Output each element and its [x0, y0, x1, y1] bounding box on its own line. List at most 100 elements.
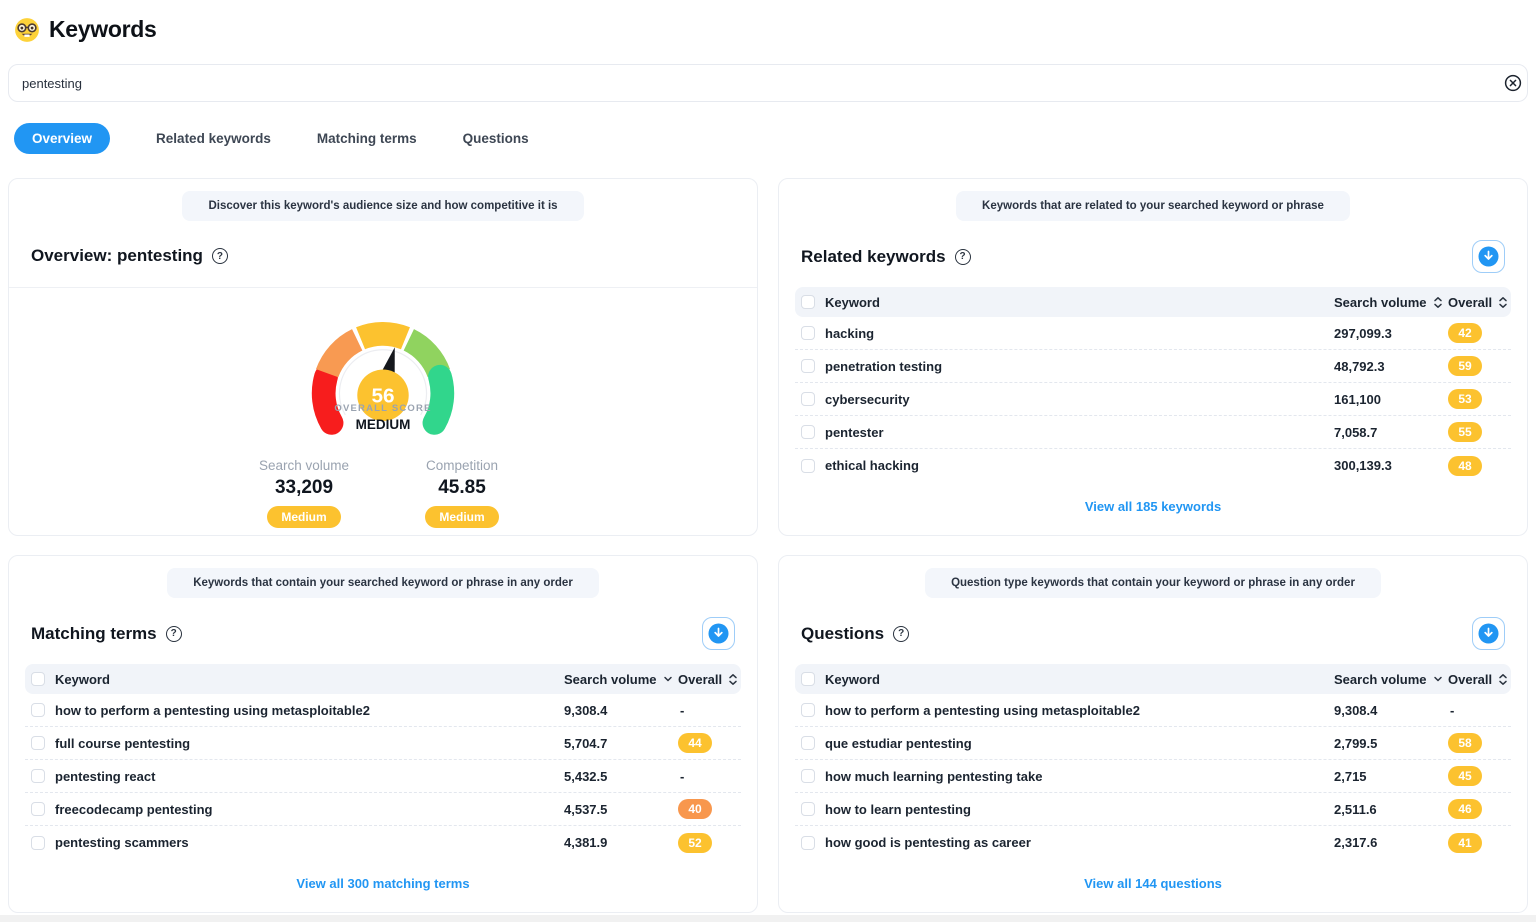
tabs: Overview Related keywords Matching terms Qu… — [14, 123, 1522, 154]
search-volume-cell: 161,100 — [1334, 392, 1448, 407]
column-overall[interactable]: Overall — [1448, 672, 1508, 687]
overview-description: Discover this keyword's audience size an… — [182, 191, 583, 221]
tab-related-keywords[interactable]: Related keywords — [156, 123, 271, 154]
row-checkbox[interactable] — [31, 736, 45, 750]
search-volume-cell: 9,308.4 — [1334, 703, 1448, 718]
stat-value: 33,209 — [239, 477, 369, 499]
search-volume-cell: 9,308.4 — [564, 703, 678, 718]
row-checkbox[interactable] — [801, 326, 815, 340]
keyword-cell: penetration testing — [825, 359, 1334, 374]
row-checkbox[interactable] — [801, 392, 815, 406]
table-row: penetration testing48,792.359 — [795, 350, 1511, 383]
overall-badge: 46 — [1448, 799, 1482, 819]
row-checkbox[interactable] — [801, 703, 815, 717]
overall-badge: 53 — [1448, 389, 1482, 409]
tab-overview[interactable]: Overview — [14, 123, 110, 154]
sort-desc-icon — [663, 675, 673, 683]
select-all-checkbox[interactable] — [801, 295, 815, 309]
view-all-keywords-link[interactable]: View all 185 keywords — [779, 499, 1527, 514]
keyword-cell: how to learn pentesting — [825, 802, 1334, 817]
gauge-level: MEDIUM — [356, 417, 411, 432]
stat-badge: Medium — [267, 506, 340, 528]
table-header: Keyword Search volume Overall — [795, 664, 1511, 694]
help-icon[interactable]: ? — [212, 248, 228, 264]
help-icon[interactable]: ? — [955, 249, 971, 265]
column-search-volume[interactable]: Search volume — [1334, 295, 1443, 310]
main-grid: Discover this keyword's audience size an… — [8, 178, 1528, 913]
overall-cell: 48 — [1448, 456, 1505, 476]
overall-badge: 52 — [678, 833, 712, 853]
search-volume-cell: 2,511.6 — [1334, 802, 1448, 817]
tab-questions[interactable]: Questions — [463, 123, 529, 154]
table-row: pentesting react5,432.5- — [25, 760, 741, 793]
download-button[interactable] — [1472, 240, 1505, 273]
search-volume-cell: 2,317.6 — [1334, 835, 1448, 850]
column-search-volume[interactable]: Search volume — [1334, 672, 1443, 687]
keyword-cell: how to perform a pentesting using metasp… — [55, 703, 564, 718]
overall-cell: 58 — [1448, 733, 1505, 753]
overall-cell: 44 — [678, 733, 735, 753]
column-search-volume[interactable]: Search volume — [564, 672, 673, 687]
search-volume-cell: 300,139.3 — [1334, 458, 1448, 473]
overall-cell: 41 — [1448, 833, 1505, 853]
clear-search-button[interactable] — [1502, 72, 1524, 94]
row-checkbox[interactable] — [31, 769, 45, 783]
divider — [9, 287, 757, 288]
select-all-checkbox[interactable] — [801, 672, 815, 686]
overall-badge: 59 — [1448, 356, 1482, 376]
stat-badge: Medium — [425, 506, 498, 528]
table-row: how much learning pentesting take2,71545 — [795, 760, 1511, 793]
overall-badge: 44 — [678, 733, 712, 753]
questions-table: how to perform a pentesting using metasp… — [779, 694, 1527, 859]
tab-matching-terms[interactable]: Matching terms — [317, 123, 417, 154]
related-title: Related keywords — [801, 247, 946, 267]
overall-score-gauge: 56 OVERALL SCORE MEDIUM Search volume 33… — [9, 304, 757, 528]
keyword-cell: how much learning pentesting take — [825, 769, 1334, 784]
page-title: Keywords — [49, 16, 157, 43]
row-checkbox[interactable] — [801, 802, 815, 816]
overall-badge: 48 — [1448, 456, 1482, 476]
view-all-matching-link[interactable]: View all 300 matching terms — [9, 876, 757, 891]
overall-badge: 41 — [1448, 833, 1482, 853]
table-row: how good is pentesting as career2,317.64… — [795, 826, 1511, 859]
row-checkbox[interactable] — [801, 425, 815, 439]
table-row: full course pentesting5,704.744 — [25, 727, 741, 760]
column-keyword: Keyword — [825, 295, 1334, 310]
gauge-segment-green — [434, 377, 442, 423]
overview-title: Overview: pentesting — [31, 246, 203, 266]
row-checkbox[interactable] — [801, 769, 815, 783]
search-volume-stat: Search volume 33,209 Medium — [239, 458, 369, 528]
download-button[interactable] — [1472, 617, 1505, 650]
overall-cell: 55 — [1448, 422, 1505, 442]
table-row: how to learn pentesting2,511.646 — [795, 793, 1511, 826]
search-input[interactable] — [8, 64, 1528, 102]
overall-cell: 46 — [1448, 799, 1505, 819]
keyword-cell: how to perform a pentesting using metasp… — [825, 703, 1334, 718]
help-icon[interactable]: ? — [166, 626, 182, 642]
row-checkbox[interactable] — [31, 802, 45, 816]
table-header: Keyword Search volume Overall — [25, 664, 741, 694]
download-button[interactable] — [702, 617, 735, 650]
row-checkbox[interactable] — [801, 459, 815, 473]
bottom-scrollbar-track[interactable] — [0, 915, 1536, 922]
sort-updown-icon — [1498, 296, 1508, 309]
sort-updown-icon — [1433, 296, 1443, 309]
table-row: cybersecurity161,10053 — [795, 383, 1511, 416]
table-row: freecodecamp pentesting4,537.540 — [25, 793, 741, 826]
row-checkbox[interactable] — [801, 736, 815, 750]
overview-stats: Search volume 33,209 Medium Competition … — [239, 458, 527, 528]
row-checkbox[interactable] — [31, 703, 45, 717]
column-overall[interactable]: Overall — [678, 672, 738, 687]
search-volume-cell: 5,704.7 — [564, 736, 678, 751]
row-checkbox[interactable] — [31, 836, 45, 850]
select-all-checkbox[interactable] — [31, 672, 45, 686]
column-overall[interactable]: Overall — [1448, 295, 1508, 310]
no-score-dash: - — [1448, 703, 1454, 718]
related-keywords-panel: Keywords that are related to your search… — [778, 178, 1528, 536]
row-checkbox[interactable] — [801, 359, 815, 373]
help-icon[interactable]: ? — [893, 626, 909, 642]
row-checkbox[interactable] — [801, 836, 815, 850]
search-volume-cell: 297,099.3 — [1334, 326, 1448, 341]
view-all-questions-link[interactable]: View all 144 questions — [779, 876, 1527, 891]
overall-cell: 42 — [1448, 323, 1505, 343]
